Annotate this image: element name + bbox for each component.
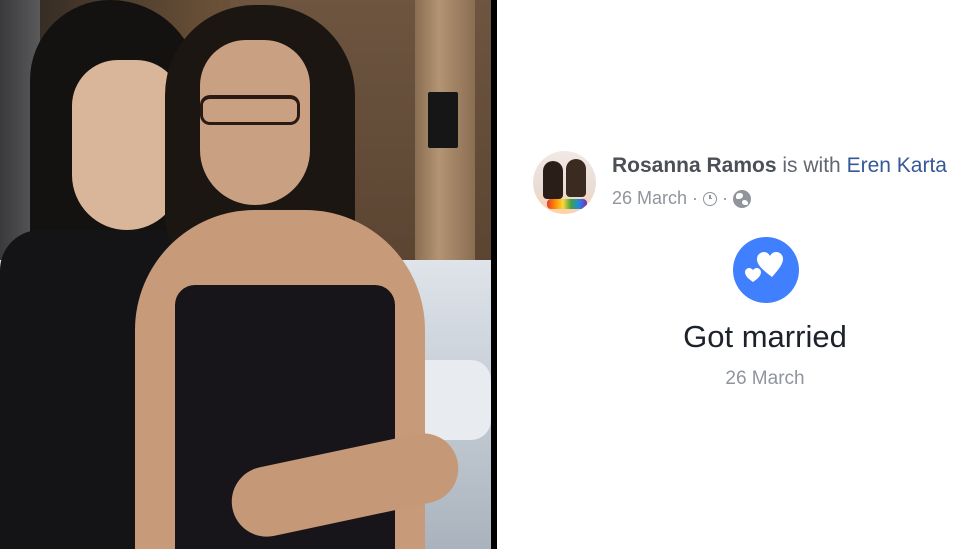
globe-icon[interactable] bbox=[733, 189, 752, 208]
hearts-icon bbox=[733, 237, 799, 303]
author-avatar[interactable] bbox=[533, 151, 596, 214]
life-event-post: Rosanna Ramos is with Eren Karta 26 Marc… bbox=[497, 0, 976, 549]
post-headline: Rosanna Ramos is with Eren Karta bbox=[612, 154, 947, 178]
clock-icon bbox=[703, 191, 718, 206]
author-name[interactable]: Rosanna Ramos bbox=[612, 154, 777, 177]
life-event-date: 26 March bbox=[725, 368, 805, 389]
photo-light-switch bbox=[428, 92, 458, 148]
couple-photo[interactable] bbox=[0, 0, 491, 549]
life-event-title: Got married bbox=[683, 319, 847, 354]
post-date[interactable]: 26 March bbox=[612, 188, 687, 209]
tagged-user[interactable]: Eren Karta bbox=[847, 154, 947, 177]
post-meta: 26 March · · bbox=[612, 188, 752, 209]
meta-separator: · bbox=[722, 188, 729, 208]
with-text: is with bbox=[782, 154, 841, 177]
meta-separator: · bbox=[692, 188, 699, 208]
photo-glasses bbox=[200, 95, 300, 125]
